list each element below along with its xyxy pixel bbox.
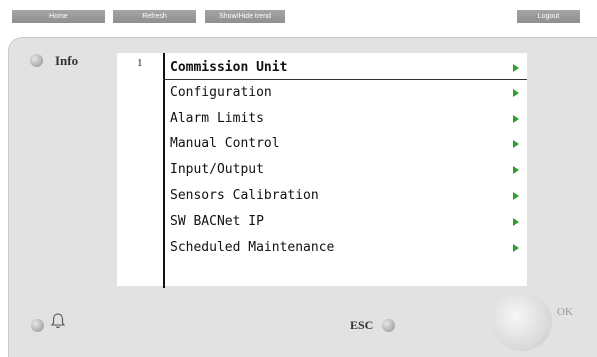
selection-underline <box>163 79 527 80</box>
menu-item-sw-bacnet-ip[interactable]: SW BACNet IP <box>170 211 530 233</box>
menu-item-commission-unit[interactable]: Commission Unit <box>170 57 530 79</box>
info-label: Info <box>55 53 79 68</box>
ok-knob[interactable] <box>492 293 552 351</box>
menu-item-alarm-limits[interactable]: Alarm Limits <box>170 108 530 130</box>
menu-arrow-icon <box>513 244 519 252</box>
menu-arrow-icon <box>513 115 519 123</box>
menu-arrow-icon <box>513 140 519 148</box>
menu-item-sensors-calibration[interactable]: Sensors Calibration <box>170 185 530 207</box>
home-button[interactable]: Home <box>12 10 105 23</box>
menu-arrow-icon <box>513 64 519 72</box>
info-button[interactable] <box>30 54 43 67</box>
alarm-button[interactable] <box>31 319 44 332</box>
menu-arrow-icon <box>513 192 519 200</box>
menu-arrow-icon <box>513 218 519 226</box>
refresh-button[interactable]: Refresh <box>113 10 196 23</box>
menu-arrow-icon <box>513 89 519 97</box>
menu-item-configuration[interactable]: Configuration <box>170 82 530 104</box>
esc-button[interactable] <box>382 319 395 332</box>
top-toolbar: Home Refresh Show/Hide trend Logout <box>0 0 597 28</box>
menu-item-manual-control[interactable]: Manual Control <box>170 133 530 155</box>
menu-arrow-icon <box>513 166 519 174</box>
ok-label: OK <box>557 306 573 318</box>
bell-icon <box>50 313 66 329</box>
screen-divider <box>163 53 165 288</box>
esc-label: ESC <box>350 318 374 332</box>
logout-button[interactable]: Logout <box>517 10 580 23</box>
row-number: 1 <box>137 57 143 69</box>
menu-item-scheduled-maintenance[interactable]: Scheduled Maintenance <box>170 237 530 259</box>
menu-item-input-output[interactable]: Input/Output <box>170 159 530 181</box>
show-hide-trend-button[interactable]: Show/Hide trend <box>205 10 285 23</box>
